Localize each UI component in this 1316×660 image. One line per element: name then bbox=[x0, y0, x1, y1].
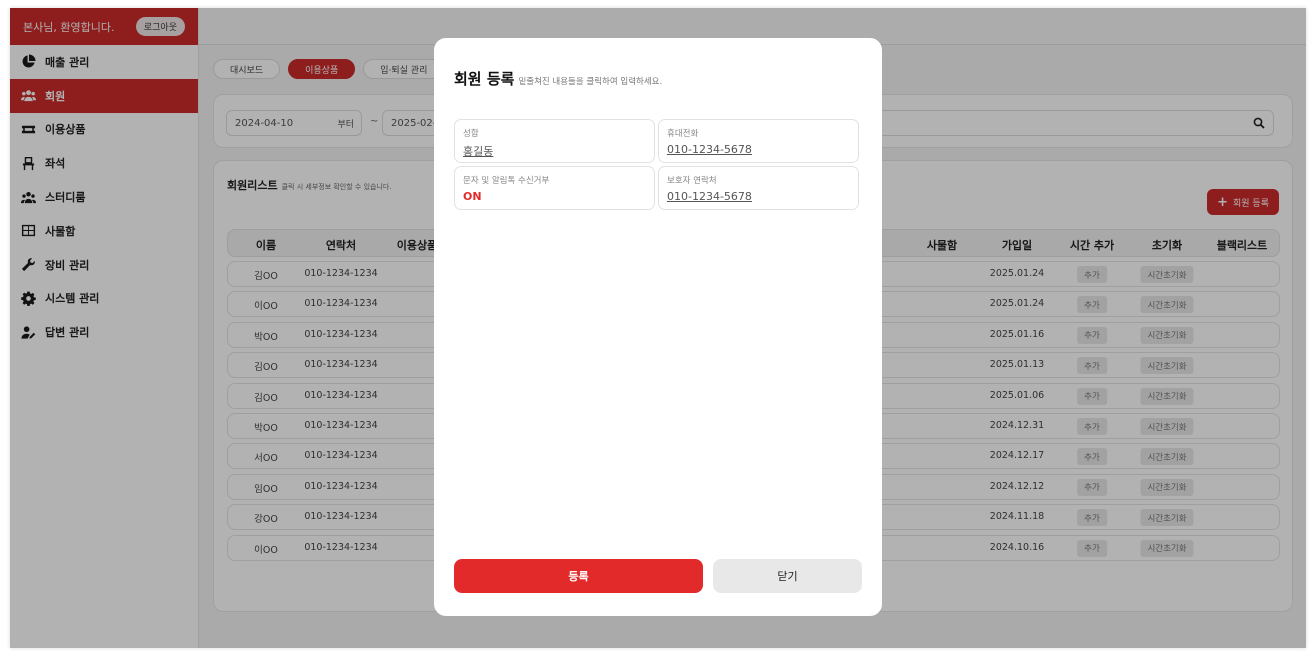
guardian-phone-value[interactable]: 010-1234-5678 bbox=[667, 190, 752, 203]
name-value[interactable]: 홍길동 bbox=[463, 143, 493, 159]
name-field[interactable]: 성함 홍길동 bbox=[454, 119, 655, 163]
phone-field[interactable]: 휴대전화 010-1234-5678 bbox=[658, 119, 859, 163]
sms-optout-toggle[interactable]: ON bbox=[463, 190, 482, 203]
close-button[interactable]: 닫기 bbox=[713, 559, 862, 593]
modal-title: 회원 등록 밑줄쳐진 내용들을 클릭하여 입력하세요. bbox=[454, 68, 662, 89]
phone-label: 휴대전화 bbox=[667, 129, 699, 139]
name-label: 성함 bbox=[463, 129, 479, 139]
member-register-modal: 회원 등록 밑줄쳐진 내용들을 클릭하여 입력하세요. 성함 홍길동 휴대전화 0… bbox=[434, 38, 882, 616]
register-button[interactable]: 등록 bbox=[454, 559, 703, 593]
phone-value[interactable]: 010-1234-5678 bbox=[667, 143, 752, 156]
modal-title-text: 회원 등록 bbox=[454, 70, 515, 88]
sms-optout-field[interactable]: 문자 및 알림톡 수신거부 ON bbox=[454, 166, 655, 210]
guardian-phone-label: 보호자 연락처 bbox=[667, 176, 717, 186]
guardian-phone-field[interactable]: 보호자 연락처 010-1234-5678 bbox=[658, 166, 859, 210]
sms-optout-label: 문자 및 알림톡 수신거부 bbox=[463, 176, 550, 186]
modal-subtitle: 밑줄쳐진 내용들을 클릭하여 입력하세요. bbox=[518, 77, 663, 87]
